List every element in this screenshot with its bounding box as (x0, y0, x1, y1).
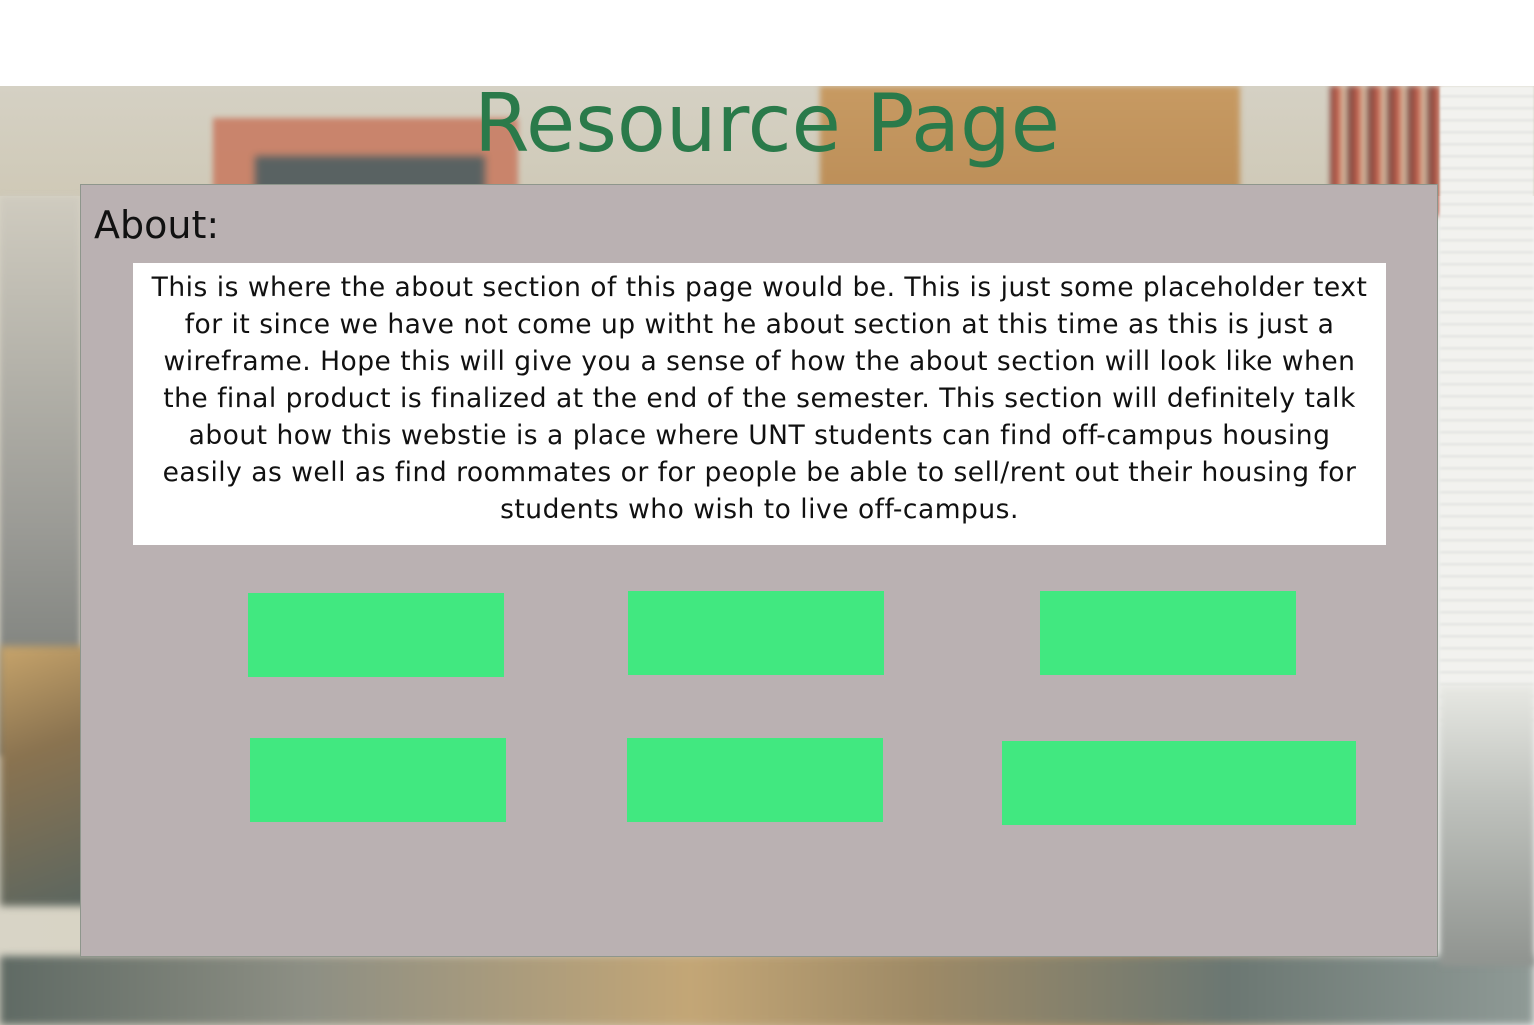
resource-button-1[interactable] (248, 593, 504, 677)
background-right-furniture (1440, 686, 1534, 966)
resource-page: Resource Page About: This is where the a… (0, 0, 1534, 1025)
background-floor (0, 956, 1534, 1025)
resource-button-2[interactable] (628, 591, 884, 675)
resource-button-5[interactable] (627, 738, 883, 822)
about-heading: About: (94, 203, 220, 247)
resource-button-6[interactable] (1002, 741, 1356, 825)
about-section: This is where the about section of this … (133, 263, 1386, 545)
content-panel: About: This is where the about section o… (80, 184, 1438, 957)
resource-button-4[interactable] (250, 738, 506, 822)
resource-button-3[interactable] (1040, 591, 1296, 675)
page-title: Resource Page (474, 77, 1060, 170)
background-desk (0, 646, 90, 906)
about-text: This is where the about section of this … (151, 272, 1368, 525)
background-window-blinds (1440, 86, 1534, 726)
